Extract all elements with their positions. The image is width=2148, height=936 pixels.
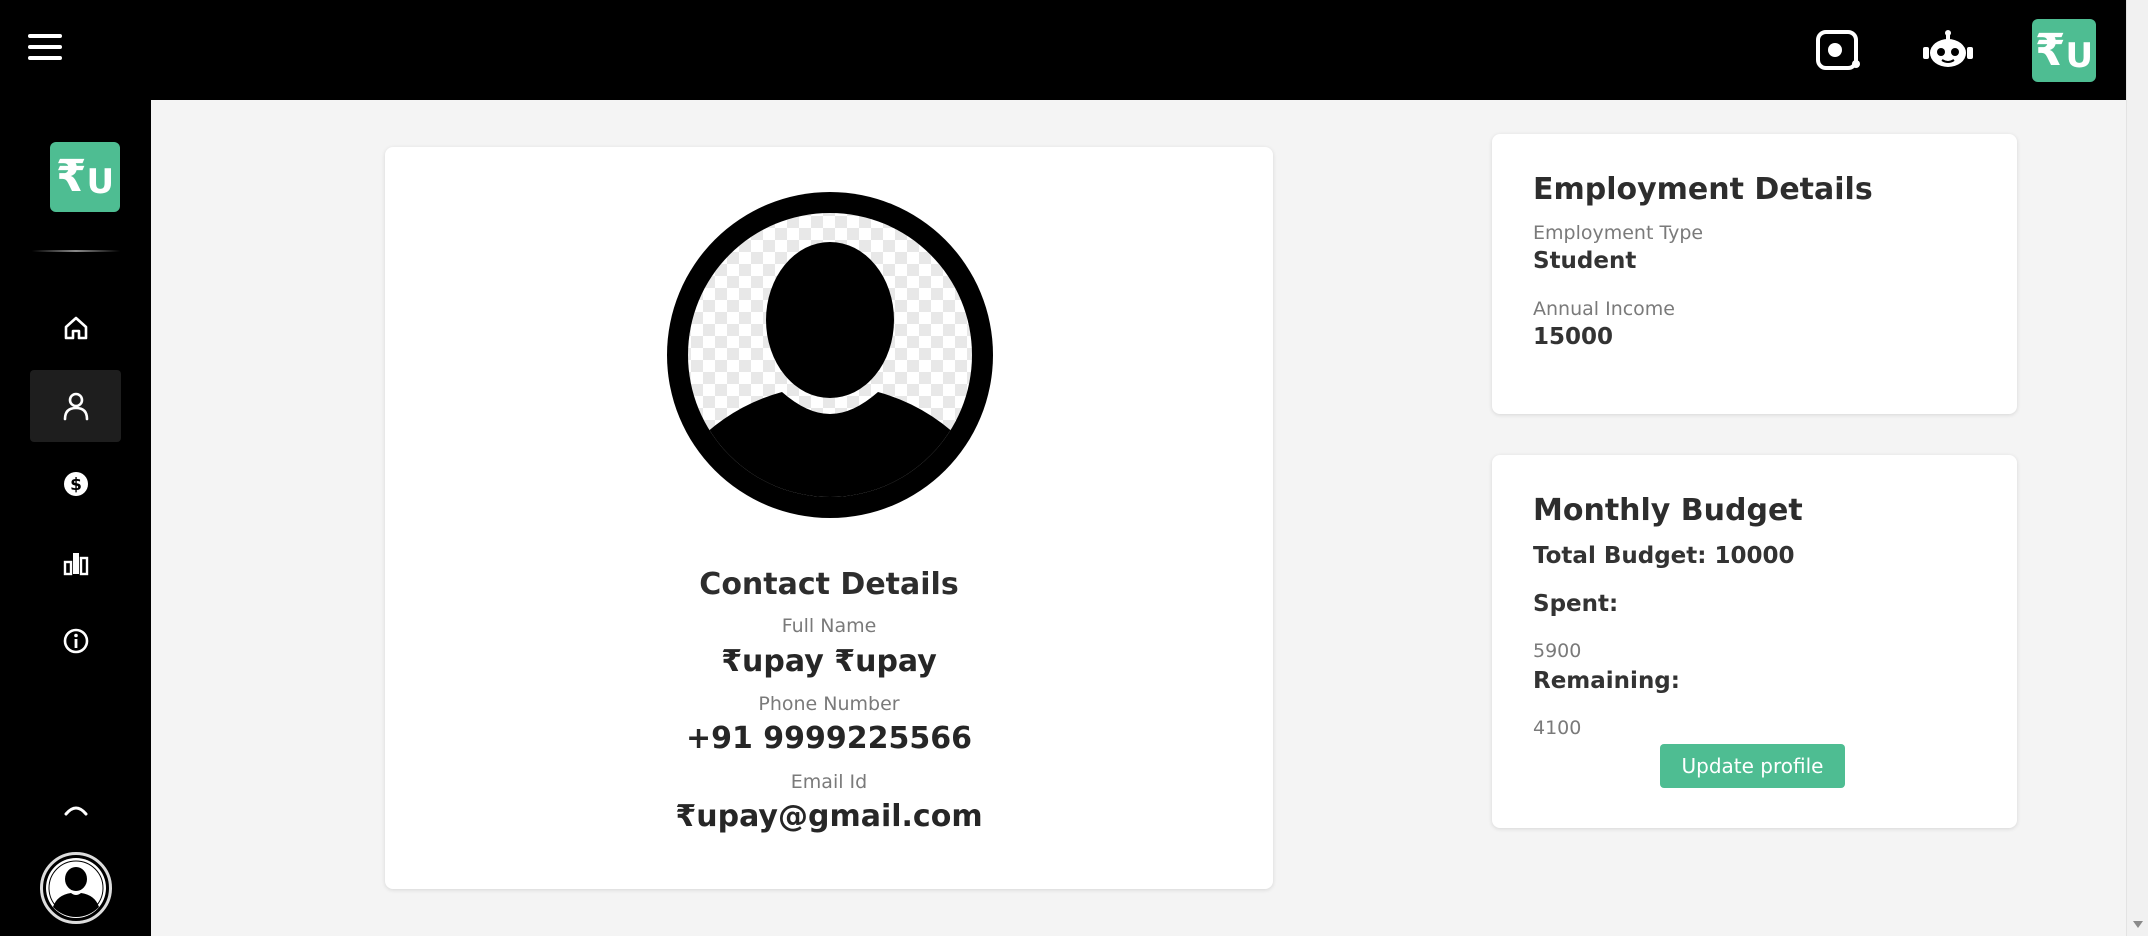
contact-details-card: Contact Details Full Name ₹upay ₹upay Ph… [385, 147, 1273, 889]
employment-type-label: Employment Type [1533, 222, 1704, 244]
vertical-scrollbar[interactable] [2126, 0, 2148, 936]
email-label: Email Id [790, 771, 868, 793]
svg-text:$: $ [70, 475, 82, 495]
phone-number-label: Phone Number [758, 693, 900, 715]
employment-type-value: Student [1533, 248, 1637, 274]
profile-avatar-icon [667, 192, 993, 518]
sidebar: ₹ U $ [0, 100, 151, 936]
email-value: ₹upay@gmail.com [675, 799, 983, 834]
sidebar-item-analytics[interactable] [30, 527, 121, 599]
phone-number-value: +91 9999225566 [685, 721, 973, 756]
update-profile-button[interactable]: Update profile [1660, 744, 1845, 788]
annual-income-value: 15000 [1533, 324, 1614, 350]
sidebar-item-home[interactable] [30, 292, 121, 364]
full-name-label: Full Name [781, 615, 877, 637]
user-icon [63, 392, 88, 421]
app-logo[interactable]: ₹ U [2032, 19, 2096, 82]
user-avatar-icon[interactable] [40, 852, 112, 924]
bar-chart-icon [63, 553, 88, 576]
full-name-value: ₹upay ₹upay [721, 644, 937, 679]
sidebar-item-transactions[interactable]: $ [30, 448, 121, 520]
logo-rupee-symbol: ₹ [2034, 24, 2066, 76]
sidebar-divider [32, 250, 120, 252]
remaining-label: Remaining: [1533, 668, 1680, 694]
sidebar-logo[interactable]: ₹ U [50, 142, 120, 212]
total-budget-text: Total Budget: 10000 [1533, 543, 1795, 569]
remaining-value: 4100 [1533, 717, 1582, 739]
scroll-down-arrow-icon[interactable] [2133, 921, 2143, 928]
contact-details-title: Contact Details [699, 567, 959, 602]
spent-label: Spent: [1533, 591, 1619, 617]
dollar-circle-icon: $ [63, 472, 88, 496]
logo-rupee-symbol: ₹ [55, 151, 87, 202]
monthly-budget-card: Monthly Budget Total Budget: 10000 Spent… [1492, 455, 2017, 828]
chatbot-icon[interactable] [1920, 22, 1976, 78]
sidebar-item-about[interactable] [30, 605, 121, 677]
employment-details-card: Employment Details Employment Type Stude… [1492, 134, 2017, 414]
hamburger-menu-icon[interactable] [28, 34, 62, 66]
chevron-up-icon[interactable] [60, 800, 92, 820]
spent-value: 5900 [1533, 640, 1582, 662]
screen-record-icon[interactable] [1810, 22, 1866, 78]
monthly-budget-title: Monthly Budget [1533, 493, 1803, 528]
home-icon [64, 316, 87, 340]
employment-details-title: Employment Details [1533, 172, 1873, 207]
annual-income-label: Annual Income [1533, 298, 1675, 320]
logo-letter: U [86, 162, 115, 202]
info-icon [63, 628, 88, 654]
logo-letter: U [2065, 35, 2094, 76]
sidebar-item-profile[interactable] [30, 370, 121, 442]
top-navbar: ₹ U [0, 0, 2126, 100]
